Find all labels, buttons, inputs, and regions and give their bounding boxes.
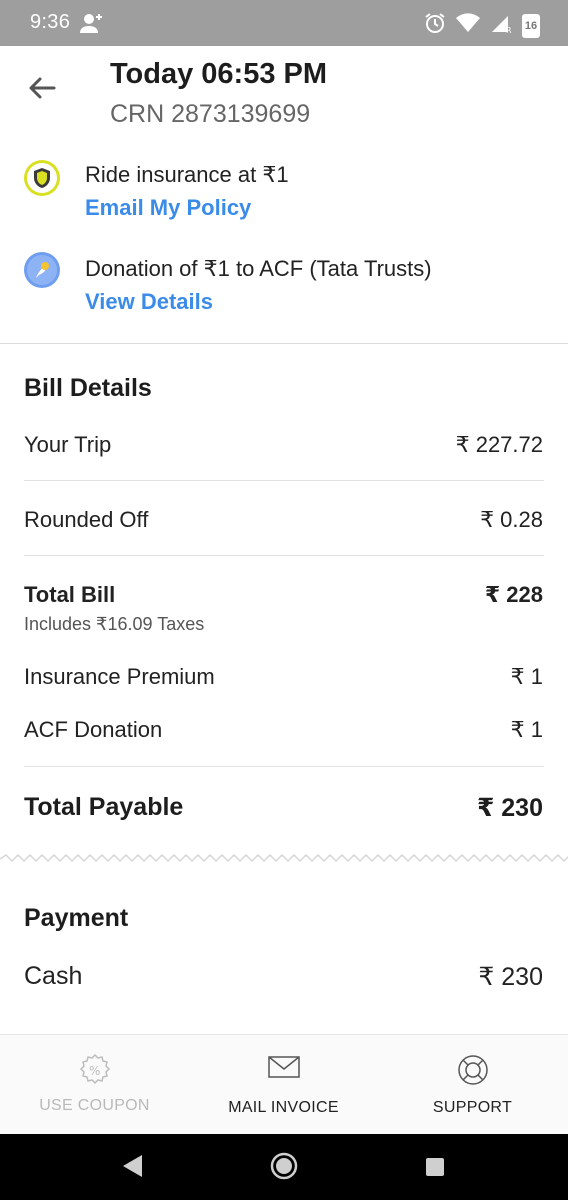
support-button[interactable]: SUPPORT bbox=[378, 1035, 567, 1135]
acf-donation-amount: ₹ 1 bbox=[510, 717, 543, 742]
mail-invoice-label: MAIL INVOICE bbox=[228, 1099, 339, 1116]
nav-home-icon[interactable] bbox=[270, 1152, 298, 1185]
insurance-premium-label: Insurance Premium bbox=[24, 664, 215, 689]
insurance-premium-amount: ₹ 1 bbox=[510, 664, 543, 689]
use-coupon-label: USE COUPON bbox=[39, 1097, 150, 1114]
wifi-icon bbox=[456, 13, 480, 38]
status-icons: R 16 bbox=[424, 12, 540, 39]
bill-details-title: Bill Details bbox=[24, 374, 152, 402]
signal-icon: R bbox=[490, 12, 512, 39]
payment-method: Cash bbox=[24, 962, 83, 990]
rounded-off-label: Rounded Off bbox=[24, 507, 149, 532]
email-policy-link[interactable]: Email My Policy bbox=[85, 195, 251, 221]
your-trip-amount: ₹ 227.72 bbox=[455, 432, 543, 457]
alarm-icon bbox=[424, 12, 446, 39]
view-details-link[interactable]: View Details bbox=[85, 289, 213, 315]
header: Today 06:53 PM CRN 2873139699 bbox=[0, 46, 568, 132]
shield-icon bbox=[24, 160, 60, 196]
divider bbox=[24, 555, 544, 556]
insurance-text: Ride insurance at ₹1 bbox=[85, 162, 289, 187]
svg-text:%: % bbox=[89, 1064, 100, 1078]
donation-text: Donation of ₹1 to ACF (Tata Trusts) bbox=[85, 256, 432, 281]
lifebuoy-icon bbox=[456, 1053, 490, 1092]
nav-back-icon[interactable] bbox=[120, 1153, 144, 1184]
total-bill-label: Total Bill bbox=[24, 582, 116, 607]
action-bar: % USE COUPON MAIL INVOICE SUPPORT bbox=[0, 1034, 568, 1134]
donation-icon bbox=[24, 252, 60, 288]
rounded-off-amount: ₹ 0.28 bbox=[480, 507, 543, 532]
acf-donation-label: ACF Donation bbox=[24, 717, 163, 742]
nav-recents-icon[interactable] bbox=[424, 1156, 446, 1183]
back-arrow-icon bbox=[28, 76, 56, 105]
status-bar: 9:36 R 16 bbox=[0, 0, 568, 46]
support-label: SUPPORT bbox=[432, 1099, 513, 1116]
coupon-icon: % bbox=[78, 1053, 112, 1092]
divider bbox=[24, 480, 544, 481]
your-trip-label: Your Trip bbox=[24, 432, 112, 457]
taxes-note: Includes ₹16.09 Taxes bbox=[24, 614, 205, 634]
add-user-icon bbox=[80, 12, 104, 39]
mail-icon bbox=[267, 1053, 301, 1086]
payment-title: Payment bbox=[24, 904, 129, 932]
total-payable-amount: ₹ 230 bbox=[476, 794, 543, 822]
battery-icon: 16 bbox=[522, 13, 540, 38]
svg-text:R: R bbox=[506, 26, 512, 34]
back-button[interactable] bbox=[22, 74, 62, 106]
total-bill-amount: ₹ 228 bbox=[484, 582, 543, 607]
payment-amount: ₹ 230 bbox=[478, 963, 543, 991]
navigation-bar bbox=[0, 1134, 568, 1200]
status-time: 9:36 bbox=[30, 11, 71, 33]
divider bbox=[24, 766, 544, 767]
page-title: Today 06:53 PM bbox=[110, 58, 328, 90]
crn-number: CRN 2873139699 bbox=[110, 100, 311, 128]
use-coupon-button[interactable]: % USE COUPON bbox=[0, 1035, 189, 1135]
total-payable-label: Total Payable bbox=[24, 793, 184, 821]
mail-invoice-button[interactable]: MAIL INVOICE bbox=[189, 1035, 378, 1135]
payment-section: Payment Cash ₹ 230 bbox=[0, 862, 568, 1034]
ride-extras: Ride insurance at ₹1 Email My Policy Don… bbox=[0, 132, 568, 344]
